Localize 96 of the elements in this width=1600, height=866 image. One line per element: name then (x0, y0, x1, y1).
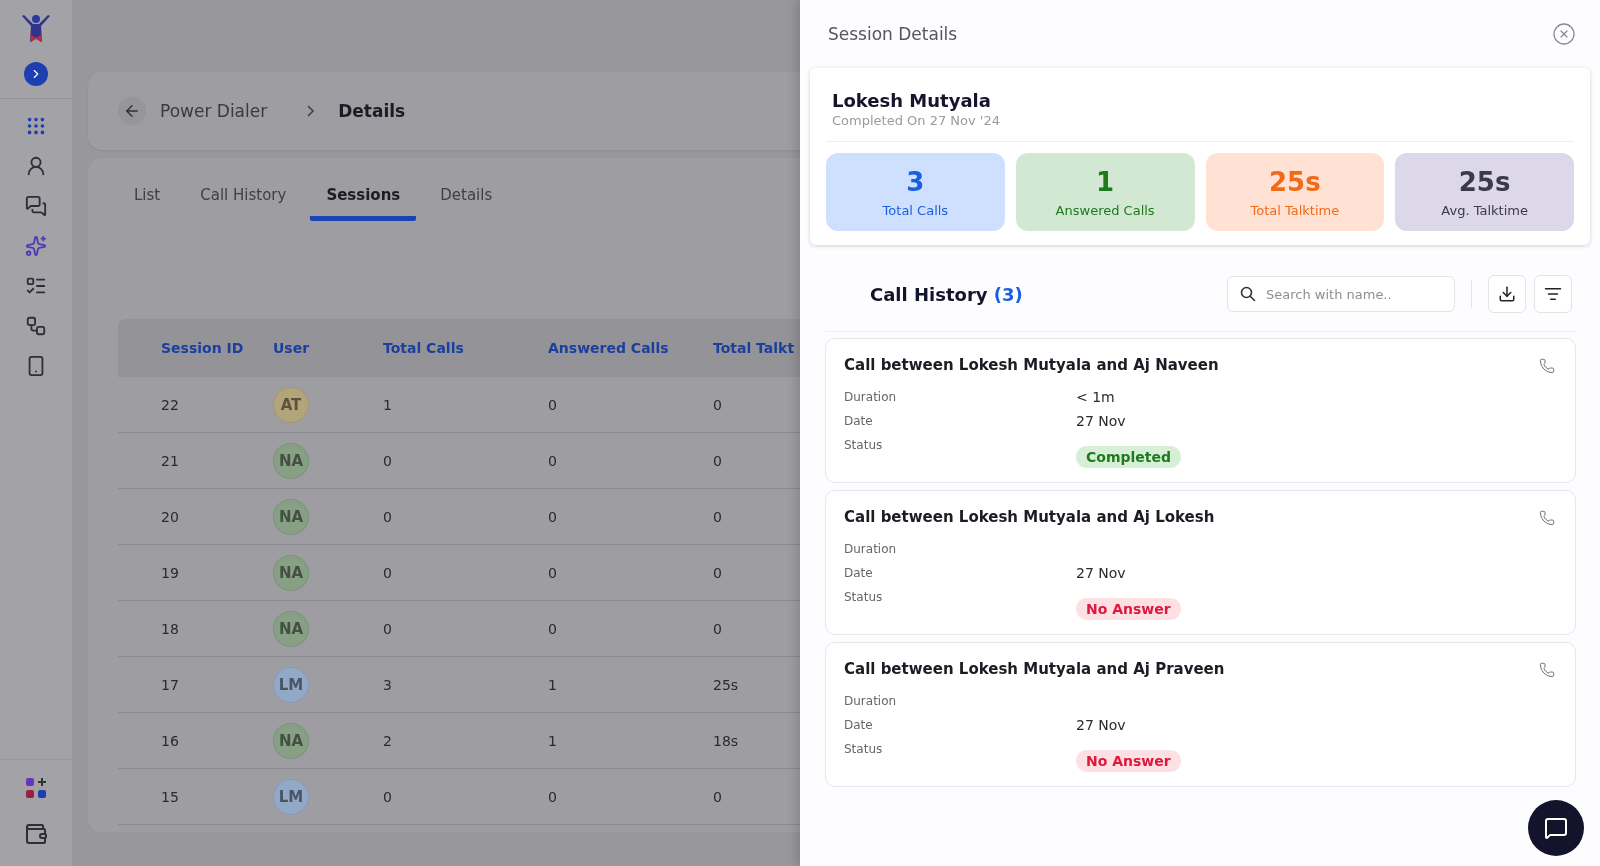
stat-label: Total Calls (882, 202, 949, 218)
column-header: User (273, 340, 311, 356)
download-button[interactable] (1488, 275, 1526, 313)
column-header: Total Talkt (713, 340, 796, 356)
drawer-title: Session Details (828, 24, 958, 44)
filter-icon (1544, 285, 1562, 303)
user-avatar: NA (273, 498, 309, 535)
sparkle-icon[interactable] (23, 233, 49, 259)
table-cell-text: 0 (713, 452, 723, 469)
chat-icon[interactable] (23, 193, 49, 219)
table-cell-text: 0 (713, 788, 723, 805)
table-cell-text: 0 (713, 396, 723, 413)
table-cell-text: 0 (548, 620, 558, 637)
table-cell-text: 0 (548, 452, 558, 469)
table-cell-text: 0 (548, 396, 558, 413)
status-badge: No Answer (1076, 598, 1181, 620)
stat-label: Avg. Talktime (1441, 202, 1528, 218)
field-label: Status (844, 741, 884, 758)
user-avatar: AT (273, 386, 309, 423)
stat-value: 25s (1458, 166, 1511, 197)
table-cell-text: 0 (383, 620, 393, 637)
table-cell-text: 0 (548, 564, 558, 581)
chat-button[interactable] (1528, 800, 1584, 856)
user-avatar: NA (273, 610, 309, 647)
table-cell-text: 18 (161, 620, 180, 637)
stat-label: Answered Calls (1055, 202, 1155, 218)
table-cell-text: 0 (713, 508, 723, 525)
field-value: 27 Nov (1076, 716, 1127, 734)
completed-date: Completed On 27 Nov '24 (831, 112, 1001, 128)
table-cell-text: 3 (383, 676, 393, 693)
table-cell-text: 15 (161, 788, 180, 805)
column-header: Total Calls (383, 340, 465, 356)
column-header: Answered Calls (548, 340, 670, 356)
section-title: Call History (3) (870, 283, 1024, 305)
table-cell-text: 0 (713, 564, 723, 581)
close-icon[interactable] (1552, 22, 1576, 46)
field-label: Duration (844, 389, 898, 406)
field-value: 27 Nov (1076, 412, 1127, 430)
table-cell-text: 1 (383, 396, 393, 413)
table-cell-text: 0 (383, 508, 393, 525)
user-avatar: NA (273, 722, 309, 759)
chat-icon (1544, 816, 1568, 840)
table-cell-text: 18s (713, 732, 740, 749)
field-label: Date (844, 565, 874, 582)
back-button[interactable] (118, 97, 146, 125)
download-icon (1498, 285, 1516, 303)
table-cell-text: 19 (161, 564, 180, 581)
stat-value: 25s (1269, 166, 1321, 197)
table-cell-text: 1 (548, 676, 558, 693)
search-field[interactable]: Search with name.. (1227, 276, 1455, 312)
search-icon (1240, 286, 1256, 302)
table-cell-text: 0 (383, 452, 393, 469)
call-title: Call between Lokesh Mutyala and Aj Praveen (844, 660, 1225, 678)
call-title: Call between Lokesh Mutyala and Aj Naveen (844, 356, 1219, 374)
stat-value: 3 (906, 166, 925, 197)
tab[interactable]: Sessions (310, 176, 417, 221)
table-cell-text: 2 (383, 732, 393, 749)
user-avatar: LM (273, 778, 309, 815)
field-value: < 1m (1076, 388, 1116, 406)
tab[interactable]: Details (424, 176, 509, 221)
table-cell-text: 21 (161, 452, 180, 469)
table-cell-text: 0 (383, 788, 393, 805)
user-avatar: NA (273, 554, 309, 591)
table-cell-text: 0 (548, 508, 558, 525)
status-badge: Completed (1076, 446, 1181, 468)
status-badge: No Answer (1076, 750, 1181, 772)
field-label: Duration (844, 693, 898, 710)
field-label: Date (844, 413, 874, 430)
table-cell-text: 0 (548, 788, 558, 805)
field-label: Status (844, 589, 884, 606)
filter-button[interactable] (1534, 275, 1572, 313)
table-cell-text: 16 (161, 732, 180, 749)
table-cell-text: 1 (548, 732, 558, 749)
field-label: Duration (844, 541, 898, 558)
breadcrumb-current: Details (338, 101, 406, 121)
column-header: Session ID (161, 340, 245, 356)
table-cell-text: 20 (161, 508, 180, 525)
expand-button[interactable] (24, 62, 48, 86)
field-label: Date (844, 717, 874, 734)
table-cell-text: 0 (383, 564, 393, 581)
chevron-icon (307, 105, 315, 117)
field-label: Status (844, 437, 884, 454)
user-avatar: LM (273, 666, 309, 703)
call-title: Call between Lokesh Mutyala and Aj Lokesh (844, 508, 1215, 526)
table-cell-text: 17 (161, 676, 180, 693)
table-cell-text: 25s (713, 676, 740, 693)
user-name: Lokesh Mutyala (831, 90, 992, 111)
tab[interactable]: List (118, 176, 177, 221)
field-value: 27 Nov (1076, 564, 1127, 582)
stat-value: 1 (1096, 166, 1115, 197)
tab[interactable]: Call History (184, 176, 303, 221)
stat-label: Total Talktime (1250, 202, 1340, 218)
table-cell-text: 22 (161, 396, 180, 413)
user-avatar: NA (273, 442, 309, 479)
breadcrumb-link[interactable]: Power Dialer (160, 101, 268, 121)
table-cell-text: 0 (713, 620, 723, 637)
